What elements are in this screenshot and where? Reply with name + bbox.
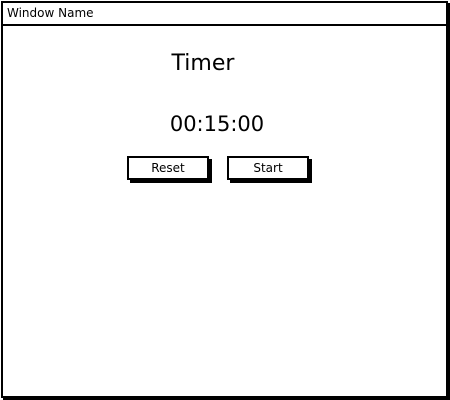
reset-button[interactable]: Reset (127, 156, 209, 180)
timer-display: 00:15:00 (169, 112, 265, 136)
timer-heading: Timer (171, 51, 235, 76)
window-content: Timer 00:15:00 Reset Start (3, 26, 446, 396)
start-button[interactable]: Start (227, 156, 309, 180)
app-window: Window Name Timer 00:15:00 Reset Start (1, 1, 448, 398)
window-title: Window Name (7, 6, 94, 20)
title-bar[interactable]: Window Name (3, 3, 446, 26)
